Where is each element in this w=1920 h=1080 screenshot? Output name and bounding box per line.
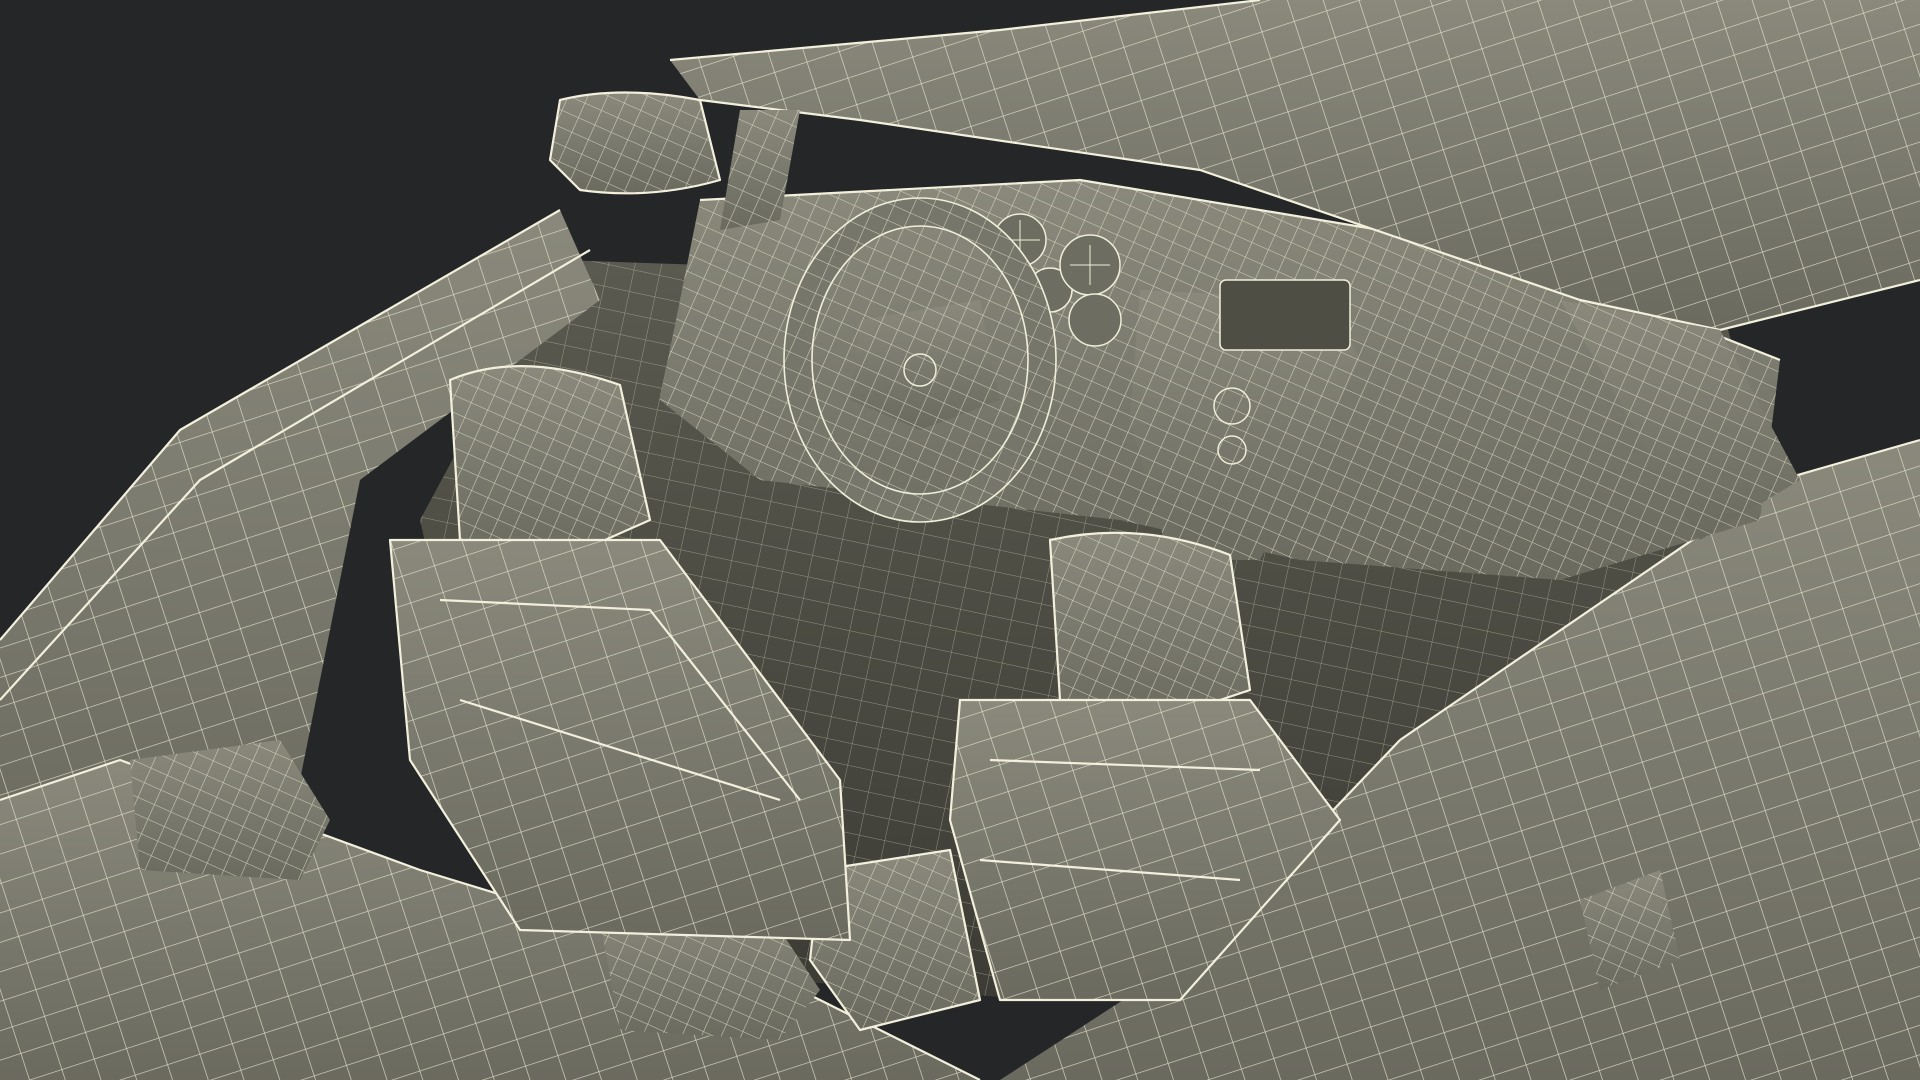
rearview-mirror — [548, 91, 722, 195]
wireframe-render — [0, 0, 1920, 1080]
3d-viewport — [0, 0, 1920, 1080]
